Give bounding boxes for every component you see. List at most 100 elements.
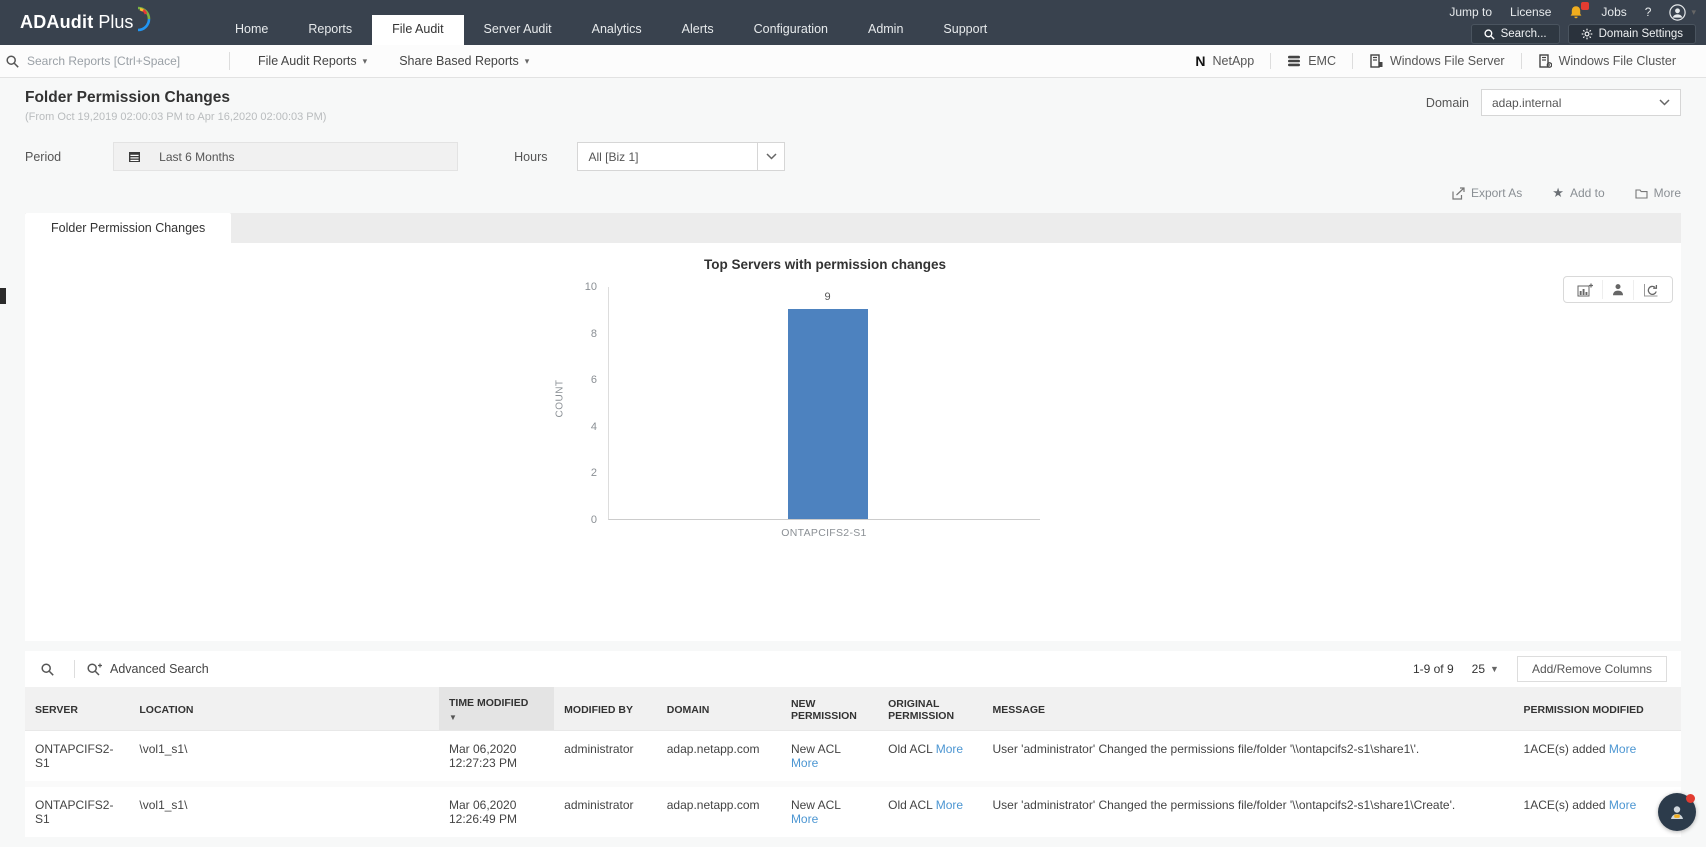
file-audit-reports-dropdown[interactable]: File Audit Reports ▾ <box>242 54 383 68</box>
chevron-down-icon: ▾ <box>524 55 530 66</box>
nav-tab-admin[interactable]: Admin <box>848 15 923 45</box>
domain-settings-button[interactable]: Domain Settings <box>1567 24 1696 44</box>
domain-select[interactable]: adap.internal <box>1481 89 1681 116</box>
more-link[interactable]: More <box>936 798 963 812</box>
tab-folder-permission-changes[interactable]: Folder Permission Changes <box>25 213 232 243</box>
filter-row: Period Last 6 Months Hours All [Biz 1] <box>0 123 1706 171</box>
page-head: Folder Permission Changes (From Oct 19,2… <box>0 78 1706 123</box>
col-header-location[interactable]: LOCATION <box>129 687 439 731</box>
add-remove-columns-button[interactable]: Add/Remove Columns <box>1516 656 1667 682</box>
advanced-search-icon <box>87 662 102 676</box>
time-modified-cell: Mar 06,2020 12:26:49 PM <box>438 781 555 837</box>
share-based-reports-dropdown[interactable]: Share Based Reports ▾ <box>383 54 545 68</box>
time-modified-cell: Mar 06,2020 12:27:23 PM <box>438 730 555 784</box>
col-header-new-permission[interactable]: NEW PERMISSION <box>780 687 879 731</box>
domain-settings-label: Domain Settings <box>1598 28 1683 40</box>
app-logo[interactable]: ADAudit Plus <box>0 0 215 45</box>
report-date-range: (From Oct 19,2019 02:00:03 PM to Apr 16,… <box>25 111 327 123</box>
license-link[interactable]: License <box>1510 5 1551 19</box>
nav-tab-alerts[interactable]: Alerts <box>662 15 734 45</box>
domain-label: Domain <box>1425 95 1469 110</box>
page-size-dropdown[interactable]: 25 ▼ <box>1472 662 1499 676</box>
logo-swoosh-icon <box>138 6 151 31</box>
file-server-icon <box>1370 54 1383 68</box>
support-chat-widget[interactable] <box>1658 793 1696 831</box>
sort-desc-icon: ▼ <box>448 713 457 722</box>
export-as-button[interactable]: Export As <box>1452 185 1522 201</box>
chart-yticks: 0 2 4 6 8 10 <box>573 281 603 526</box>
col-header-server[interactable]: SERVER <box>25 687 130 731</box>
export-as-label: Export As <box>1470 186 1523 200</box>
jobs-link[interactable]: Jobs <box>1601 5 1626 19</box>
search-icon <box>1484 28 1495 40</box>
nav-tab-home[interactable]: Home <box>215 15 288 45</box>
nav-tab-file-audit[interactable]: File Audit <box>372 15 464 45</box>
logo-text-light: Plus <box>98 12 134 32</box>
domain-select-value: adap.internal <box>1492 95 1562 110</box>
emc-icon <box>1288 55 1301 67</box>
period-picker[interactable]: Last 6 Months <box>113 142 459 171</box>
chevron-down-icon <box>766 153 777 160</box>
more-label: More <box>1653 186 1681 200</box>
notification-badge <box>1581 1 1590 10</box>
nav-tab-configuration[interactable]: Configuration <box>734 15 848 45</box>
original-permission-cell: Old ACL More <box>878 781 983 837</box>
global-search-label: Search... <box>1500 28 1547 40</box>
logo-text-bold: ADAudit <box>20 12 94 32</box>
notifications-bell-icon[interactable] <box>1569 1 1590 20</box>
more-link[interactable]: More <box>791 756 818 770</box>
refresh-chart-icon[interactable] <box>1633 279 1668 300</box>
netapp-button[interactable]: N NetApp <box>1179 53 1270 69</box>
collapsed-panel-handle[interactable] <box>0 288 6 304</box>
col-header-domain[interactable]: DOMAIN <box>656 687 781 731</box>
jump-to-link[interactable]: Jump to <box>1449 5 1492 19</box>
location-cell: \vol1_s1\ <box>129 781 439 837</box>
more-link[interactable]: More <box>936 742 963 756</box>
hours-select[interactable]: All [Biz 1] <box>577 142 758 171</box>
chart-bar[interactable] <box>787 309 868 519</box>
nav-tab-server-audit[interactable]: Server Audit <box>464 15 572 45</box>
more-button[interactable]: More <box>1635 185 1681 201</box>
col-header-modified-by[interactable]: MODIFIED BY <box>554 687 657 731</box>
calendar-icon <box>129 152 141 162</box>
more-link[interactable]: More <box>1609 742 1636 756</box>
advanced-search-button[interactable]: Advanced Search <box>87 662 209 676</box>
table-row: ONTAPCIFS2-S1 \vol1_s1\ Mar 06,2020 12:27:… <box>25 730 1681 784</box>
more-link[interactable]: More <box>1609 798 1636 812</box>
search-icon[interactable] <box>4 54 27 68</box>
add-to-button[interactable]: ★ Add to <box>1552 185 1604 201</box>
global-search-button[interactable]: Search... <box>1470 24 1560 44</box>
col-header-permission-modified[interactable]: PERMISSION MODIFIED <box>1513 687 1681 731</box>
user-avatar-icon <box>1669 3 1687 21</box>
chart-ytick: 0 <box>590 514 597 526</box>
add-to-label: Add to <box>1569 186 1605 200</box>
windows-file-server-button[interactable]: Windows File Server <box>1353 54 1521 68</box>
windows-file-cluster-button-label: Windows File Cluster <box>1558 54 1676 68</box>
windows-file-cluster-button[interactable]: Windows File Cluster <box>1522 54 1692 68</box>
col-header-message[interactable]: MESSAGE <box>982 687 1514 731</box>
table-search-icon[interactable] <box>39 662 62 676</box>
nav-tab-support[interactable]: Support <box>923 15 1007 45</box>
col-header-time-modified[interactable]: TIME MODIFIED ▼ <box>438 687 555 731</box>
user-report-icon[interactable] <box>1602 280 1633 299</box>
domain-cell: adap.netapp.com <box>656 781 781 837</box>
message-cell: User 'administrator' Changed the permiss… <box>982 781 1514 837</box>
add-chart-icon[interactable] <box>1568 280 1602 300</box>
nav-tab-reports[interactable]: Reports <box>288 15 372 45</box>
nav-tab-analytics[interactable]: Analytics <box>572 15 662 45</box>
chart-ytick: 8 <box>590 327 597 340</box>
modified-by-cell: administrator <box>554 781 657 837</box>
col-header-original-permission[interactable]: ORIGINAL PERMISSION <box>878 687 983 731</box>
more-link[interactable]: More <box>791 812 818 826</box>
hours-select-chevron[interactable] <box>757 142 786 171</box>
emc-button[interactable]: EMC <box>1271 54 1352 68</box>
chart-toolbar <box>1563 276 1673 303</box>
main-nav: Home Reports File Audit Server Audit Analyti… <box>215 0 1007 45</box>
chart-bar-value: 9 <box>824 291 831 304</box>
user-avatar[interactable]: ▾ <box>1669 3 1696 21</box>
help-link[interactable]: ? <box>1645 5 1652 19</box>
col-header-time-modified-label: TIME MODIFIED <box>448 697 529 709</box>
chevron-down-icon: ▼ <box>1490 664 1499 674</box>
search-reports-input[interactable] <box>27 54 217 68</box>
report-table-body: ONTAPCIFS2-S1 \vol1_s1\ Mar 06,2020 12:27:… <box>25 730 1681 837</box>
